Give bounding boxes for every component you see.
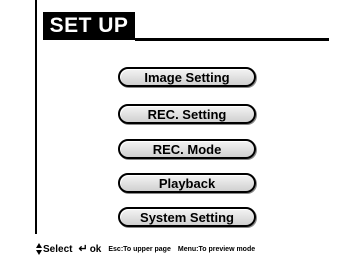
menu-item-playback[interactable]: Playback	[118, 173, 256, 193]
ok-hint: ok	[89, 243, 102, 255]
enter-icon: ↵	[78, 242, 88, 255]
menu-item-rec-setting[interactable]: REC. Setting	[118, 104, 256, 124]
up-down-arrows-icon	[36, 243, 42, 255]
footer-hints: Select ↵ ok Esc:To upper page Menu:To pr…	[36, 241, 336, 257]
title-bar: SET UP	[43, 12, 135, 40]
esc-hint: Esc:To upper page	[108, 245, 171, 253]
menu-item-system-setting[interactable]: System Setting	[118, 207, 256, 227]
select-hint: Select	[43, 243, 73, 255]
menu-item-rec-mode[interactable]: REC. Mode	[118, 139, 256, 159]
menu-item-image-setting[interactable]: Image Setting	[118, 67, 256, 87]
menu-hint: Menu:To preview mode	[177, 245, 256, 253]
page-title: SET UP	[49, 14, 129, 37]
title-underline	[135, 38, 329, 41]
